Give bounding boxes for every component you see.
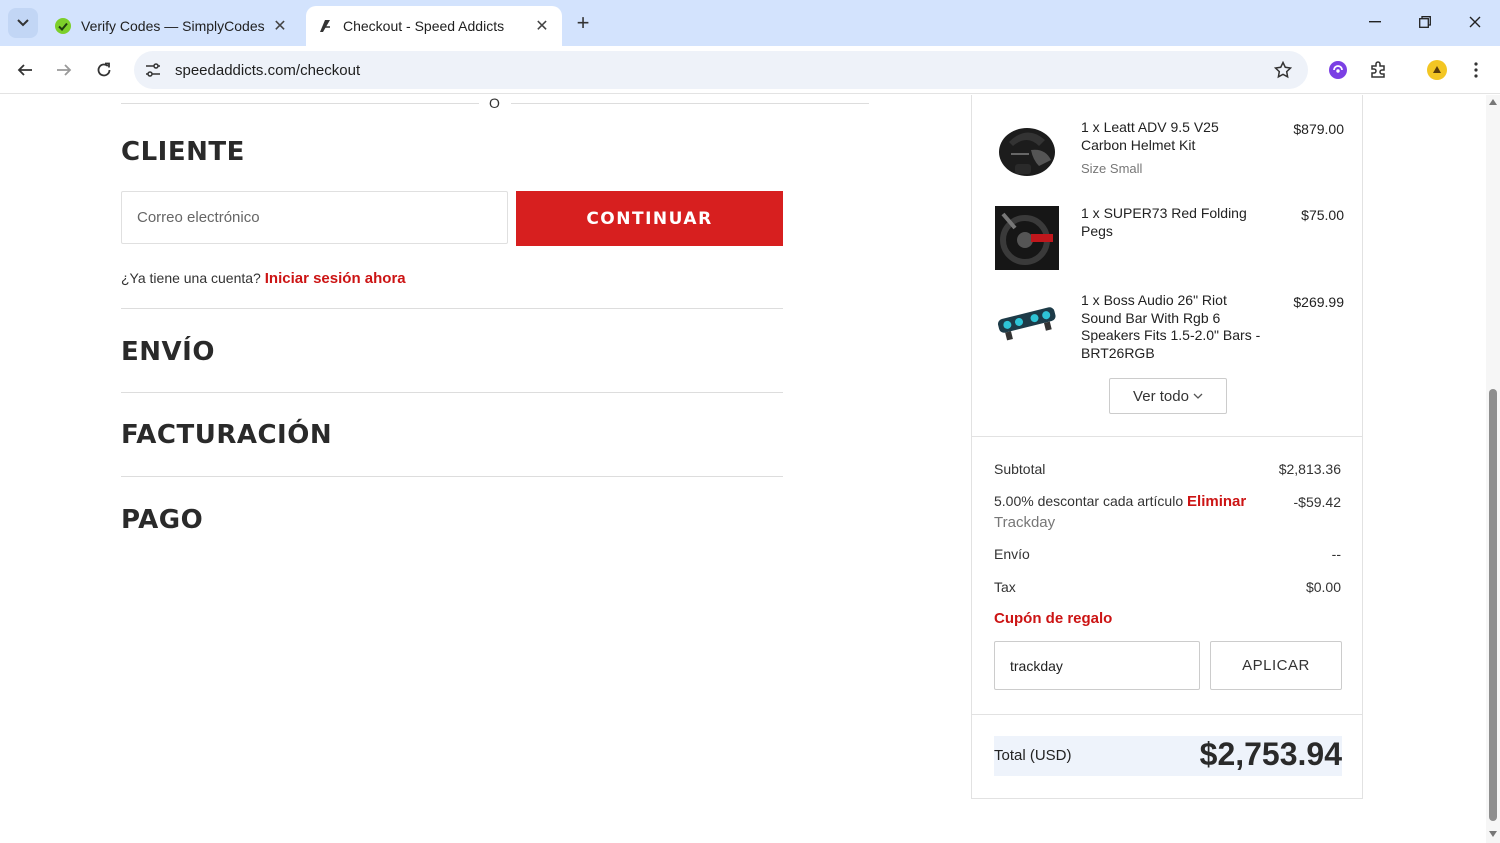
discount-value: -$59.42 <box>1293 494 1341 510</box>
tab-speed-addicts[interactable]: Checkout - Speed Addicts ✕ <box>306 6 562 46</box>
tab-title: Verify Codes — SimplyCodes <box>81 18 265 34</box>
soundbar-image <box>994 292 1060 358</box>
minimize-window-button[interactable] <box>1360 8 1390 36</box>
item-name: 1 x Boss Audio 26" Riot Sound Bar With R… <box>1081 292 1261 361</box>
email-input[interactable] <box>121 191 508 244</box>
address-bar[interactable]: speedaddicts.com/checkout <box>134 51 1308 89</box>
item-price: $75.00 <box>1301 207 1344 223</box>
forward-button[interactable] <box>49 55 79 85</box>
new-tab-button[interactable]: + <box>570 10 596 36</box>
scroll-up-arrow-icon[interactable] <box>1489 99 1497 105</box>
payment-section-title[interactable]: PAGO <box>121 505 203 535</box>
or-separator: O <box>489 95 500 111</box>
customer-section-title: CLIENTE <box>121 137 245 167</box>
url-text: speedaddicts.com/checkout <box>175 61 361 79</box>
close-tab-icon[interactable]: ✕ <box>530 14 554 38</box>
shipping-section-title[interactable]: ENVÍO <box>121 337 215 367</box>
close-tab-icon[interactable]: ✕ <box>268 14 292 38</box>
shipping-value: -- <box>1331 546 1341 562</box>
item-name: 1 x SUPER73 Red Folding Pegs <box>1081 205 1247 239</box>
discount-code: Trackday <box>994 514 1056 531</box>
remove-discount-link[interactable]: Eliminar <box>1187 493 1246 510</box>
divider-line <box>511 103 869 104</box>
browser-tab-bar: Verify Codes — SimplyCodes ✕ Checkout - … <box>0 0 1500 46</box>
discount-description: 5.00% descontar cada artículo <box>994 493 1184 509</box>
helmet-image <box>994 119 1060 185</box>
scroll-down-arrow-icon[interactable] <box>1489 831 1497 837</box>
item-price: $879.00 <box>1293 121 1344 137</box>
speed-addicts-favicon-icon <box>316 17 334 35</box>
checkout-page: O CLIENTE CONTINUAR ¿Ya tiene una cuenta… <box>0 95 1486 843</box>
see-all-button[interactable]: Ver todo <box>1109 378 1227 414</box>
see-all-label: Ver todo <box>1133 387 1189 405</box>
tab-simplycodes[interactable]: Verify Codes — SimplyCodes ✕ <box>44 6 300 46</box>
account-prompt-text: ¿Ya tiene una cuenta? <box>121 270 261 286</box>
shipping-label: Envío <box>994 546 1030 562</box>
summary-divider <box>972 436 1362 437</box>
subtotal-label: Subtotal <box>994 461 1046 477</box>
chevron-down-icon <box>1193 393 1203 399</box>
item-price: $269.99 <box>1293 294 1344 310</box>
chevron-down-icon <box>17 19 29 27</box>
billing-section-title[interactable]: FACTURACIÓN <box>121 420 332 450</box>
extension-purple-icon[interactable] <box>1323 55 1353 85</box>
browser-toolbar: speedaddicts.com/checkout <box>0 46 1500 94</box>
summary-divider <box>972 714 1362 715</box>
tab-search-button[interactable] <box>8 8 38 38</box>
reload-button[interactable] <box>89 55 119 85</box>
back-arrow-icon <box>17 64 32 76</box>
close-window-button[interactable] <box>1460 8 1490 36</box>
reload-icon <box>97 62 111 77</box>
section-divider <box>121 308 783 309</box>
tax-label: Tax <box>994 579 1016 595</box>
site-info-icon[interactable] <box>137 54 169 86</box>
item-variant: Size Small <box>1081 161 1143 176</box>
tax-value: $0.00 <box>1305 579 1341 595</box>
simplycodes-favicon-icon <box>54 17 72 35</box>
restore-window-button[interactable] <box>1410 8 1440 36</box>
apply-coupon-button[interactable]: APLICAR <box>1210 641 1342 690</box>
total-label: Total (USD) <box>994 747 1072 764</box>
total-row: Total (USD) $2,753.94 <box>994 736 1342 776</box>
login-link[interactable]: Iniciar sesión ahora <box>265 270 406 287</box>
scrollbar-thumb[interactable] <box>1489 389 1497 821</box>
subtotal-value: $2,813.36 <box>1278 461 1341 477</box>
back-button[interactable] <box>10 55 40 85</box>
section-divider <box>121 392 783 393</box>
forward-arrow-icon <box>57 64 72 76</box>
section-divider <box>121 476 783 477</box>
page-scrollbar[interactable] <box>1486 95 1500 843</box>
extensions-puzzle-icon[interactable] <box>1363 55 1393 85</box>
bookmark-star-icon[interactable] <box>1272 59 1294 81</box>
gift-coupon-title: Cupón de regalo <box>994 610 1113 627</box>
account-prompt: ¿Ya tiene una cuenta? Iniciar sesión aho… <box>121 270 406 287</box>
tab-title: Checkout - Speed Addicts <box>343 18 505 34</box>
discount-label: 5.00% descontar cada artículo Eliminar <box>994 493 1246 510</box>
coupon-input[interactable] <box>994 641 1200 690</box>
total-value: $2,753.94 <box>1199 736 1342 772</box>
item-name: 1 x Leatt ADV 9.5 V25 Carbon Helmet Kit <box>1081 119 1219 153</box>
continue-button[interactable]: CONTINUAR <box>516 191 783 246</box>
pegs-image <box>994 205 1060 271</box>
browser-menu-icon[interactable] <box>1461 55 1491 85</box>
order-summary: 1 x Leatt ADV 9.5 V25 Carbon Helmet Kit … <box>971 95 1363 799</box>
divider-line <box>121 103 479 104</box>
profile-avatar-icon[interactable] <box>1422 55 1452 85</box>
